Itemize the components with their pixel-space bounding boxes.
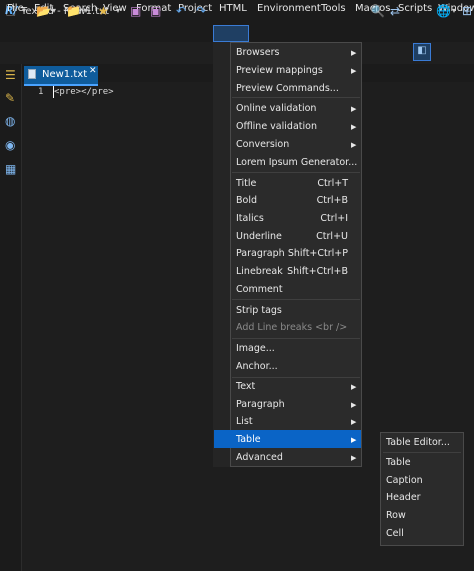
shortcut-underline: Ctrl+U (316, 231, 348, 242)
new-file-dropdown-icon[interactable]: ▾ (22, 4, 26, 18)
tab-label: New1.txt (42, 69, 88, 80)
menu-item-list[interactable]: List (236, 416, 253, 427)
menu-separator (232, 377, 360, 378)
menu-item-text[interactable]: Text (236, 381, 255, 392)
new-file-icon[interactable]: 🗋 (6, 4, 16, 18)
submenu-item-cell[interactable]: Cell (386, 528, 404, 539)
projects-icon[interactable]: ▦ (5, 162, 16, 176)
browser-icon[interactable]: 🌐 (436, 4, 451, 18)
code-line[interactable]: <pre></pre> (54, 87, 114, 97)
shortcut-bold: Ctrl+B (316, 195, 348, 206)
menu-item-strip-tags[interactable]: Strip tags (236, 305, 282, 316)
menu-separator (232, 97, 360, 98)
menu-html[interactable]: HTML (219, 3, 247, 14)
menu-scripts[interactable]: Scripts (398, 3, 432, 14)
menu-item-advanced[interactable]: Advanced (236, 452, 283, 463)
menu-item-online-validation[interactable]: Online validation (236, 103, 316, 114)
line-gutter (22, 86, 50, 571)
menu-icon-gutter (213, 42, 230, 467)
clipboard-icon[interactable]: ✎ (5, 91, 15, 105)
save-icon[interactable]: ▣ (130, 4, 141, 18)
shortcut-title: Ctrl+T (317, 178, 348, 189)
menu-item-italics[interactable]: Italics (236, 213, 264, 224)
menu-item-comment[interactable]: Comment (236, 284, 283, 295)
document-list-icon[interactable]: ☰ (5, 68, 16, 82)
menu-item-table[interactable]: Table (236, 434, 261, 445)
menu-item-linebreak[interactable]: Linebreak (236, 266, 283, 277)
menu-item-title[interactable]: Title (236, 178, 256, 189)
menu-environment[interactable]: Environment (257, 3, 321, 14)
submenu-arrow-icon: ▶ (351, 49, 357, 57)
line-number: 1 (38, 87, 44, 97)
menu-item-image[interactable]: Image... (236, 343, 275, 354)
extra-tool-icon[interactable]: ⊞ (462, 4, 472, 18)
submenu-item-row[interactable]: Row (386, 510, 406, 521)
menu-item-paragraph-sub[interactable]: Paragraph (236, 399, 285, 410)
replace-icon[interactable]: ⇄ (390, 4, 400, 18)
preview-icon[interactable]: ◧ (413, 43, 431, 61)
reopen-icon[interactable]: 📁 (66, 4, 81, 18)
submenu-arrow-icon: ▶ (351, 436, 357, 444)
shortcut-linebreak: Shift+Ctrl+B (287, 266, 348, 277)
submenu-arrow-icon: ▶ (351, 418, 357, 426)
menu-item-lorem-ipsum[interactable]: Lorem Ipsum Generator... (236, 157, 357, 168)
submenu-arrow-icon: ▶ (351, 67, 357, 75)
menu-item-paragraph[interactable]: Paragraph (236, 248, 285, 259)
submenu-item-caption[interactable]: Caption (386, 475, 423, 486)
menu-item-conversion[interactable]: Conversion (236, 139, 289, 150)
undo-icon[interactable]: ↶ (176, 4, 186, 18)
menu-item-add-line-breaks: Add Line breaks <br /> (236, 322, 348, 333)
menu-item-underline[interactable]: Underline (236, 231, 282, 242)
document-icon (28, 69, 36, 79)
menu-item-bold[interactable]: Bold (236, 195, 257, 206)
menu-item-browsers[interactable]: Browsers (236, 47, 279, 58)
submenu-arrow-icon: ▶ (351, 383, 357, 391)
globe-icon[interactable]: ◍ (5, 114, 15, 128)
submenu-arrow-icon: ▶ (351, 454, 357, 462)
browser-dropdown-icon[interactable]: ▾ (452, 4, 456, 18)
menu-separator (232, 338, 360, 339)
tab-close-icon[interactable]: ✕ (89, 66, 97, 76)
redo-icon[interactable]: ↷ (196, 4, 206, 18)
menu-separator (232, 299, 360, 300)
submenu-arrow-icon: ▶ (351, 123, 357, 131)
submenu-arrow-icon: ▶ (351, 141, 357, 149)
reopen-dropdown-icon[interactable]: ▾ (84, 4, 88, 18)
submenu-item-header[interactable]: Header (386, 492, 421, 503)
shortcut-italics: Ctrl+I (320, 213, 348, 224)
menu-separator (383, 452, 461, 453)
menu-html-active-frame (213, 25, 249, 42)
submenu-arrow-icon: ▶ (351, 401, 357, 409)
menu-separator (232, 172, 360, 173)
submenu-item-table-editor[interactable]: Table Editor... (386, 437, 450, 448)
open-folder-icon[interactable]: 📂 (36, 4, 51, 18)
submenu-item-table[interactable]: Table (386, 457, 411, 468)
find-icon[interactable]: 🔍 (370, 4, 385, 18)
submenu-arrow-icon: ▶ (351, 105, 357, 113)
ftp-icon[interactable]: ◉ (5, 138, 15, 152)
menu-tools[interactable]: Tools (321, 3, 346, 14)
open-dropdown-icon[interactable]: ▾ (52, 4, 56, 18)
menu-item-offline-validation[interactable]: Offline validation (236, 121, 317, 132)
shortcut-paragraph: Shift+Ctrl+P (287, 248, 348, 259)
menu-item-preview-commands[interactable]: Preview Commands... (236, 83, 339, 94)
save-all-icon[interactable]: ▣ (150, 4, 161, 18)
favorites-star-icon[interactable]: ★ (98, 4, 109, 18)
menu-item-anchor[interactable]: Anchor... (236, 361, 278, 372)
menu-item-preview-mappings[interactable]: Preview mappings (236, 65, 323, 76)
favorites-dropdown-icon[interactable]: ▾ (116, 4, 120, 18)
